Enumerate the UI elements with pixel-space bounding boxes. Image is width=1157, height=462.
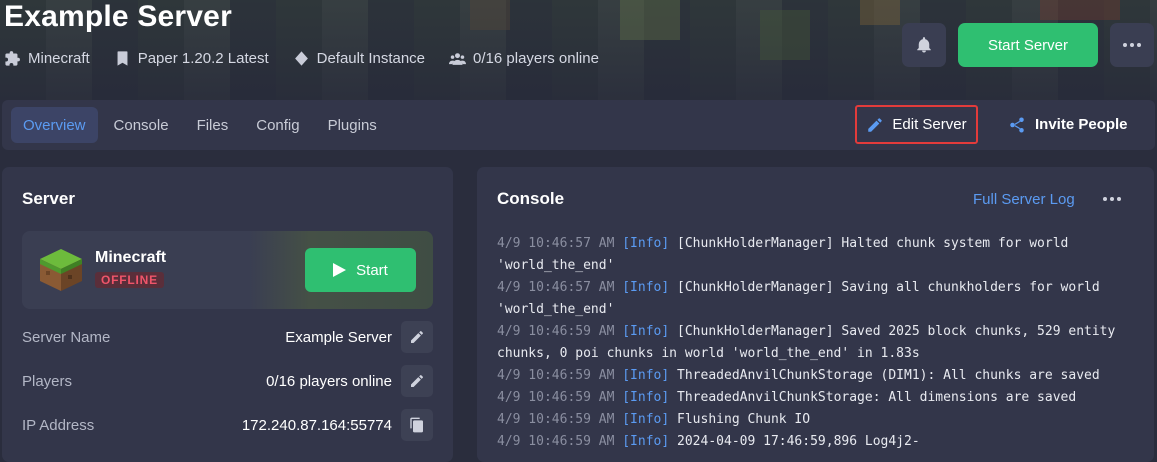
- meta-game-label: Minecraft: [28, 50, 90, 67]
- tab-plugins[interactable]: Plugins: [316, 107, 389, 143]
- log-entry: 4/9 10:46:59 AM [Info] 2024-04-09 17:46:…: [497, 431, 1137, 453]
- grass-block-icon: [40, 249, 82, 291]
- log-message: [ChunkHolderManager] Halted chunk system…: [677, 236, 1069, 251]
- server-panel-title: Server: [22, 189, 75, 208]
- bookmark-icon: [117, 51, 128, 66]
- log-entry: 4/9 10:46:57 AM [Info] [ChunkHolderManag…: [497, 277, 1137, 321]
- meta-version-label: Paper 1.20.2 Latest: [137, 50, 269, 67]
- users-icon: [449, 53, 467, 65]
- log-message-cont: 'world_the_end': [497, 302, 615, 317]
- log-time: 4/9 10:46:59 AM: [497, 324, 615, 339]
- players-value: 0/16 players online: [266, 372, 392, 390]
- log-message: ThreadedAnvilChunkStorage (DIM1): All ch…: [677, 368, 1100, 383]
- ellipsis-dot: [1110, 197, 1114, 201]
- more-options-button[interactable]: [1110, 23, 1154, 67]
- log-message-cont: 'world_the_end': [497, 258, 615, 273]
- puzzle-icon: [5, 51, 20, 66]
- bell-icon: [917, 37, 931, 53]
- edit-server-label: Edit Server: [892, 116, 967, 133]
- meta-instance-label: Default Instance: [316, 50, 426, 67]
- log-entry: 4/9 10:46:59 AM [Info] ThreadedAnvilChun…: [497, 365, 1137, 387]
- notifications-button[interactable]: [902, 23, 946, 67]
- log-message: 2024-04-09 17:46:59,896 Log4j2-: [677, 434, 920, 449]
- page-title: Example Server: [4, 0, 232, 33]
- game-card: Minecraft OFFLINE Start: [22, 231, 433, 309]
- tab-config[interactable]: Config: [244, 107, 311, 143]
- log-time: 4/9 10:46:57 AM: [497, 236, 615, 251]
- log-level: [Info]: [622, 236, 670, 251]
- log-level: [Info]: [622, 324, 670, 339]
- edit-icon: [868, 117, 883, 132]
- ip-address-value: 172.240.87.164:55774: [241, 416, 392, 434]
- play-icon: [333, 263, 347, 277]
- ellipsis-icon: [1103, 197, 1107, 201]
- log-time: 4/9 10:46:59 AM: [497, 434, 615, 449]
- log-time: 4/9 10:46:57 AM: [497, 280, 615, 295]
- server-name-label: Server Name: [22, 328, 111, 346]
- console-panel: Console Full Server Log 4/9 10:46:57 AM …: [477, 167, 1154, 462]
- game-name: Minecraft: [95, 249, 167, 266]
- log-message: [ChunkHolderManager] Saving all chunkhol…: [677, 280, 1100, 295]
- diamond-icon: [294, 51, 308, 66]
- copy-icon: [410, 417, 423, 433]
- meta-players: 0/16 players online: [449, 50, 599, 67]
- log-level: [Info]: [622, 412, 670, 427]
- server-name-row: Server Name Example Server: [22, 321, 433, 353]
- edit-players-button[interactable]: [401, 365, 433, 397]
- invite-people-label: Invite People: [1035, 116, 1128, 133]
- server-panel: Server Minecraft OFFLINE Start Server Na…: [2, 167, 453, 462]
- ip-address-row: IP Address 172.240.87.164:55774: [22, 409, 433, 441]
- invite-people-button[interactable]: Invite People: [1008, 105, 1128, 144]
- tab-list: Overview Console Files Config Plugins: [11, 107, 393, 143]
- tab-files[interactable]: Files: [185, 107, 241, 143]
- ellipsis-dot: [1117, 197, 1121, 201]
- ellipsis-icon: [1123, 43, 1127, 47]
- meta-players-label: 0/16 players online: [473, 50, 599, 67]
- meta-game: Minecraft: [4, 50, 90, 67]
- log-level: [Info]: [622, 434, 670, 449]
- console-panel-title: Console: [497, 189, 565, 208]
- ellipsis-dot: [1130, 43, 1134, 47]
- log-level: [Info]: [622, 368, 670, 383]
- log-message: [ChunkHolderManager] Saved 2025 block ch…: [677, 324, 1116, 339]
- meta-instance: Default Instance: [293, 50, 425, 67]
- server-meta: Minecraft Paper 1.20.2 Latest Default In…: [4, 50, 599, 67]
- log-entry: 4/9 10:46:59 AM [Info] Flushing Chunk IO: [497, 409, 1137, 431]
- start-server-button[interactable]: Start Server: [958, 23, 1098, 67]
- log-entry: 4/9 10:46:59 AM [Info] [ChunkHolderManag…: [497, 321, 1137, 365]
- start-label: Start: [356, 261, 388, 279]
- console-more-button[interactable]: [1103, 197, 1121, 201]
- console-log: 4/9 10:46:57 AM [Info] [ChunkHolderManag…: [497, 233, 1137, 453]
- ip-address-label: IP Address: [22, 416, 95, 434]
- log-message-cont: chunks, 0 poi chunks in world 'world_the…: [497, 346, 920, 361]
- pencil-icon: [411, 375, 423, 387]
- status-badge: OFFLINE: [95, 272, 164, 288]
- log-time: 4/9 10:46:59 AM: [497, 390, 615, 405]
- server-name-value: Example Server: [285, 328, 392, 346]
- meta-version: Paper 1.20.2 Latest: [114, 50, 269, 67]
- log-level: [Info]: [622, 390, 670, 405]
- start-button[interactable]: Start: [305, 248, 416, 292]
- log-message: Flushing Chunk IO: [677, 412, 811, 427]
- full-server-log-link[interactable]: Full Server Log: [973, 191, 1075, 208]
- tab-overview[interactable]: Overview: [11, 107, 98, 143]
- log-message: ThreadedAnvilChunkStorage: All dimension…: [677, 390, 1077, 405]
- log-entry: 4/9 10:46:57 AM [Info] [ChunkHolderManag…: [497, 233, 1137, 277]
- log-time: 4/9 10:46:59 AM: [497, 412, 615, 427]
- edit-server-name-button[interactable]: [401, 321, 433, 353]
- ellipsis-dot: [1137, 43, 1141, 47]
- pencil-icon: [411, 331, 423, 343]
- log-time: 4/9 10:46:59 AM: [497, 368, 615, 383]
- players-row: Players 0/16 players online: [22, 365, 433, 397]
- log-entry: 4/9 10:46:59 AM [Info] ThreadedAnvilChun…: [497, 387, 1137, 409]
- tab-bar: Overview Console Files Config Plugins Ed…: [2, 100, 1155, 150]
- log-level: [Info]: [622, 280, 670, 295]
- copy-ip-button[interactable]: [401, 409, 433, 441]
- edit-server-button[interactable]: Edit Server: [855, 105, 978, 144]
- players-label: Players: [22, 372, 73, 390]
- share-icon: [1010, 117, 1024, 132]
- tab-console[interactable]: Console: [102, 107, 181, 143]
